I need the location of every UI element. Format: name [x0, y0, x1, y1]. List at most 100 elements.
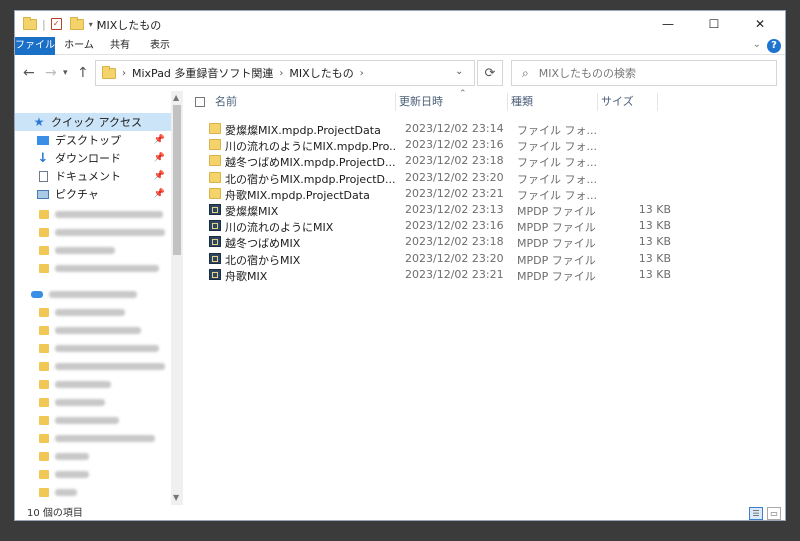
file-size: 13 KB	[638, 235, 671, 249]
file-name: 愛燦燦MIX.mpdp.ProjectData	[225, 124, 381, 137]
up-arrow-icon[interactable]: ↑	[77, 65, 89, 81]
chevron-down-icon[interactable]: ⌄	[455, 66, 463, 77]
column-divider[interactable]	[657, 93, 658, 111]
blurred-nav-item[interactable]	[39, 397, 105, 407]
blurred-nav-item[interactable]	[39, 433, 155, 443]
file-name: 越冬つばめMIX	[225, 237, 301, 251]
column-divider[interactable]	[395, 93, 396, 111]
minimize-button[interactable]: —	[645, 11, 691, 37]
folder-icon	[23, 16, 37, 30]
sidebar-item-label: ピクチャ	[55, 188, 99, 201]
sidebar-item-pictures[interactable]: ピクチャ 📌	[15, 185, 171, 203]
file-name: 舟歌MIX	[225, 269, 268, 283]
column-divider[interactable]	[597, 93, 598, 111]
file-date: 2023/12/02 23:18	[405, 235, 504, 249]
pin-icon[interactable]: 📌	[154, 153, 165, 163]
folder-icon	[209, 155, 221, 167]
file-type: ファイル フォ...	[517, 188, 597, 202]
table-row[interactable]: 越冬つばめMIX 2023/12/02 23:18 MPDP ファイル 13 KB	[209, 234, 671, 251]
desktop-icon	[37, 134, 49, 146]
sidebar-item-label: クイック アクセス	[51, 116, 142, 129]
table-row[interactable]: 北の宿からMIX 2023/12/02 23:20 MPDP ファイル 13 KB	[209, 251, 671, 267]
ribbon-tabs: ファイル ホーム 共有 表示 ⌄ ?	[15, 37, 785, 55]
blurred-nav-item[interactable]	[39, 379, 111, 389]
tab-home[interactable]: ホーム	[61, 37, 97, 55]
file-type: ファイル フォ...	[517, 140, 597, 154]
blurred-nav-item[interactable]	[39, 307, 125, 317]
column-header-size[interactable]: サイズ	[601, 91, 634, 113]
address-row: ← → ▾ ↑ › MixPad 多重録音ソフト関連 › MIXしたもの › ⌄…	[15, 55, 785, 91]
sidebar-item-desktop[interactable]: デスクトップ 📌	[15, 131, 171, 149]
customize-toolbar-icon[interactable]: ▾	[89, 20, 93, 29]
sidebar-item-documents[interactable]: ドキュメント 📌	[15, 167, 171, 185]
tab-view[interactable]: 表示	[145, 37, 175, 55]
blurred-nav-item[interactable]	[39, 361, 165, 371]
folder-icon	[209, 123, 221, 134]
scroll-down-icon[interactable]: ▼	[173, 493, 179, 502]
file-list: 名前 ⌃ 更新日時 種類 サイズ 愛燦燦MIX.mpdp.ProjectData…	[187, 89, 785, 505]
blurred-nav-item[interactable]	[39, 245, 115, 255]
tab-share[interactable]: 共有	[105, 37, 135, 55]
pin-icon[interactable]: 📌	[154, 189, 165, 199]
sidebar-item-downloads[interactable]: ↓ ダウンロード 📌	[15, 149, 171, 167]
search-placeholder: MIXしたものの検索	[538, 67, 637, 80]
mpdp-file-icon	[209, 268, 221, 280]
chevron-down-icon[interactable]: ⌄	[753, 39, 761, 50]
new-folder-icon[interactable]	[69, 16, 84, 30]
table-row[interactable]: 北の宿からMIX.mpdp.ProjectD... 2023/12/02 23:2…	[209, 170, 669, 186]
blurred-nav-item[interactable]	[39, 343, 159, 353]
recent-locations-icon[interactable]: ▾	[63, 68, 68, 78]
properties-icon[interactable]: ✓	[50, 18, 62, 30]
table-row[interactable]: 舟歌MIX.mpdp.ProjectData 2023/12/02 23:21 ファ…	[209, 186, 669, 202]
breadcrumb-mix[interactable]: MIXしたもの	[289, 65, 353, 81]
sidebar-item-label: デスクトップ	[55, 134, 121, 147]
breadcrumb-mixpad[interactable]: MixPad 多重録音ソフト関連	[132, 65, 273, 81]
table-row[interactable]: 越冬つばめMIX.mpdp.ProjectD... 2023/12/02 23:1…	[209, 153, 669, 169]
blurred-nav-item[interactable]	[39, 227, 165, 237]
blurred-nav-item[interactable]	[39, 469, 89, 479]
pin-icon[interactable]: 📌	[154, 135, 165, 145]
column-header-type[interactable]: 種類	[511, 91, 533, 113]
search-input[interactable]: ⌕ MIXしたものの検索	[511, 60, 777, 86]
blurred-nav-item[interactable]	[39, 263, 159, 273]
column-header-name[interactable]: 名前	[215, 91, 237, 113]
blurred-nav-item[interactable]	[39, 325, 141, 335]
forward-arrow-icon[interactable]: →	[45, 65, 57, 81]
folder-icon	[102, 65, 116, 79]
close-button[interactable]: ✕	[737, 11, 783, 37]
mpdp-file-icon	[209, 252, 221, 264]
nav-scrollbar[interactable]: ▲ ▼	[171, 91, 183, 505]
blurred-nav-item[interactable]	[39, 209, 163, 219]
picture-icon	[37, 188, 49, 200]
file-size: 13 KB	[638, 203, 671, 216]
file-date: 2023/12/02 23:20	[405, 251, 504, 265]
column-divider[interactable]	[507, 93, 508, 111]
blurred-nav-item[interactable]	[39, 415, 119, 425]
address-bar[interactable]: › MixPad 多重録音ソフト関連 › MIXしたもの ›	[95, 60, 475, 86]
maximize-button[interactable]: ☐	[691, 11, 737, 37]
large-icons-view-icon[interactable]: ▭	[767, 507, 781, 520]
file-type: ファイル フォ...	[517, 124, 597, 137]
table-row[interactable]: 川の流れのようにMIX 2023/12/02 23:16 MPDP ファイル 13 K…	[209, 218, 671, 234]
pin-icon[interactable]: 📌	[154, 171, 165, 181]
blurred-cloud-item[interactable]	[31, 289, 137, 299]
file-size: 13 KB	[638, 251, 671, 265]
file-type: MPDP ファイル	[517, 205, 596, 218]
table-row[interactable]: 愛燦燦MIX 2023/12/02 23:13 MPDP ファイル 13 KB	[209, 202, 671, 218]
refresh-button[interactable]: ⟳	[477, 60, 503, 86]
back-arrow-icon[interactable]: ←	[23, 65, 35, 81]
scroll-up-icon[interactable]: ▲	[173, 93, 179, 102]
table-row[interactable]: 川の流れのようにMIX.mpdp.Pro... 2023/12/02 23:16 フ…	[209, 137, 669, 153]
column-header-date[interactable]: 更新日時	[399, 91, 443, 113]
select-all-checkbox[interactable]	[195, 97, 205, 107]
sidebar-item-quick-access[interactable]: ★ クイック アクセス	[15, 113, 171, 131]
scrollbar-thumb[interactable]	[173, 105, 181, 255]
tab-file[interactable]: ファイル	[15, 37, 55, 55]
blurred-nav-item[interactable]	[39, 487, 77, 497]
table-row[interactable]: 舟歌MIX 2023/12/02 23:21 MPDP ファイル 13 KB	[209, 267, 671, 283]
file-date: 2023/12/02 23:16	[405, 138, 504, 152]
details-view-icon[interactable]: ☰	[749, 507, 763, 520]
help-icon[interactable]: ?	[767, 39, 781, 53]
table-row[interactable]: 愛燦燦MIX.mpdp.ProjectData 2023/12/02 23:14 フ…	[209, 121, 669, 137]
blurred-nav-item[interactable]	[39, 451, 89, 461]
